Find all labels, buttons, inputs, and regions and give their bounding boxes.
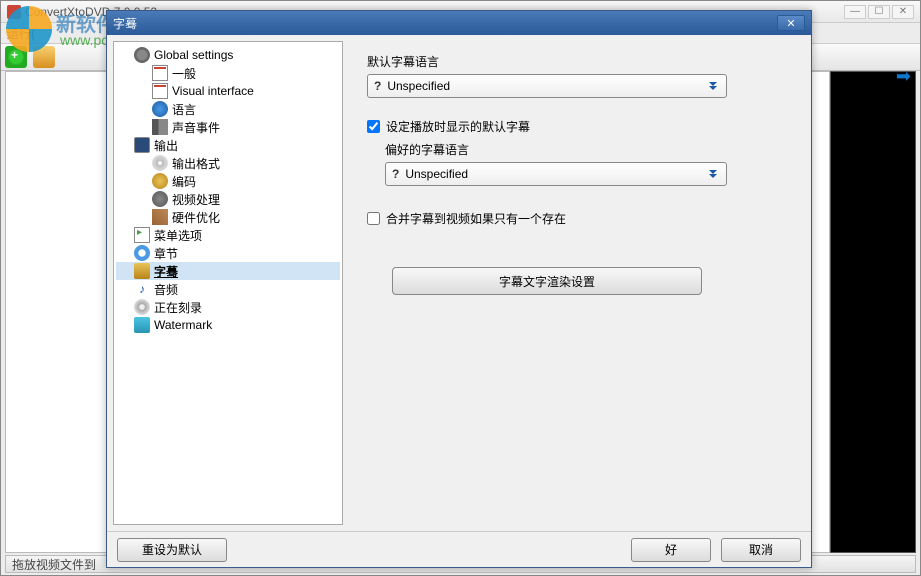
gear-icon [134,47,150,63]
status-text: 拖放视频文件到 [12,556,96,573]
merge-subtitle-checkbox[interactable] [367,212,380,225]
tree-item-subtitle[interactable]: 字蓦 [116,262,340,280]
burn-icon [134,299,150,315]
tree-item-label: 硬件优化 [172,209,220,226]
default-subtitle-lang-label: 默认字幕语言 [367,53,727,70]
video-icon [152,191,168,207]
settings-tree[interactable]: Global settings一般Visual interface语言声音事件输… [113,41,343,525]
tree-item-sound[interactable]: 声音事件 [116,118,340,136]
default-subtitle-lang-value: Unspecified [387,79,450,93]
tree-item-label: 字蓦 [154,263,178,280]
watermark-icon [134,317,150,333]
folder-button[interactable] [33,46,55,68]
chapter-icon [134,245,150,261]
tree-item-label: 正在刻录 [154,299,202,316]
close-button[interactable]: ✕ [892,5,914,19]
tree-item-label: 视频处理 [172,191,220,208]
tree-item-monitor[interactable]: 输出 [116,136,340,154]
tree-item-encode[interactable]: 编码 [116,172,340,190]
tree-item-watermark[interactable]: Watermark [116,316,340,334]
tree-item-gear[interactable]: Global settings [116,46,340,64]
tree-item-menu[interactable]: 菜单选项 [116,226,340,244]
dialog-close-button[interactable]: ✕ [777,15,805,31]
add-button[interactable] [5,46,27,68]
dialog-title: 字蓦 [113,15,137,32]
tree-item-label: 一般 [172,65,196,82]
maximize-button[interactable]: ☐ [868,5,890,19]
settings-dialog: 字蓦 ✕ Global settings 一般 Visual interface 语言… [106,10,812,568]
hw-icon [152,209,168,225]
tree-item-label: Watermark [154,318,212,332]
tree-item-label: 编码 [172,173,196,190]
encode-icon [152,173,168,189]
disc-icon [152,155,168,171]
audio-icon: ♪ [134,281,150,297]
preferred-subtitle-lang-label: 偏好的字幕语言 [385,141,727,158]
minimize-button[interactable]: — [844,5,866,19]
question-icon: ? [374,79,381,93]
dialog-titlebar: 字蓦 ✕ [107,11,811,35]
tree-item-page[interactable]: Visual interface [116,82,340,100]
tree-item-globe[interactable]: 语言 [116,100,340,118]
tree-item-hw[interactable]: 硬件优化 [116,208,340,226]
tree-item-label: 声音事件 [172,119,220,136]
chevron-down-icon [706,78,720,95]
tree-item-label: 章节 [154,245,178,262]
tree-item-page[interactable]: 一般 [116,64,340,82]
settings-content: 默认字幕语言 ? Unspecified 设定播放时显示的默认字幕 偏好的字幕语… [349,41,805,525]
sound-icon [152,119,168,135]
page-icon [152,83,168,99]
merge-subtitle-label: 合并字幕到视频如果只有一个存在 [386,210,566,227]
chevron-down-icon [706,166,720,183]
menu-run[interactable]: 运行( [7,25,35,42]
tree-item-burn[interactable]: 正在刻录 [116,298,340,316]
dialog-button-bar: 重设为默认 好 取消 [107,531,811,567]
tree-item-label: 菜单选项 [154,227,202,244]
preview-panel: ➡ [830,71,916,553]
tree-item-video[interactable]: 视频处理 [116,190,340,208]
set-default-display-checkbox[interactable] [367,120,380,133]
tree-item-label: Global settings [154,48,233,62]
monitor-icon [134,137,150,153]
tree-item-label: 输出 [154,137,178,154]
preferred-subtitle-lang-combo[interactable]: ? Unspecified [385,162,727,186]
subtitle-icon [134,263,150,279]
default-subtitle-lang-combo[interactable]: ? Unspecified [367,74,727,98]
tree-item-label: 输出格式 [172,155,220,172]
app-icon [7,5,21,19]
arrow-right-icon[interactable]: ➡ [896,66,911,87]
ok-button[interactable]: 好 [631,538,711,562]
subtitle-render-settings-button[interactable]: 字幕文字渲染设置 [392,267,702,295]
tree-item-label: 语言 [172,101,196,118]
globe-icon [152,101,168,117]
cancel-button[interactable]: 取消 [721,538,801,562]
tree-item-audio[interactable]: ♪音频 [116,280,340,298]
question-icon: ? [392,167,399,181]
reset-defaults-button[interactable]: 重设为默认 [117,538,227,562]
tree-item-disc[interactable]: 输出格式 [116,154,340,172]
set-default-display-label: 设定播放时显示的默认字幕 [386,118,530,135]
tree-item-chapter[interactable]: 章节 [116,244,340,262]
tree-item-label: Visual interface [172,84,254,98]
preferred-subtitle-lang-value: Unspecified [405,167,468,181]
menu-icon [134,227,150,243]
tree-item-label: 音频 [154,281,178,298]
page-icon [152,65,168,81]
